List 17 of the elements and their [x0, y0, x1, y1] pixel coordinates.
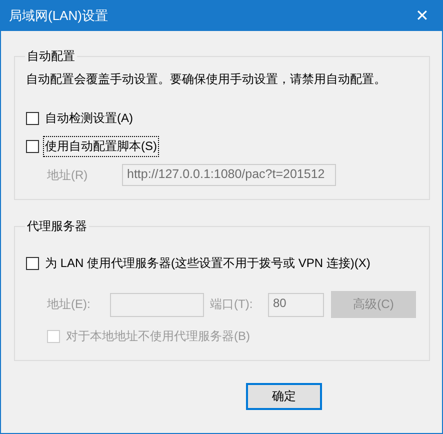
checkbox[interactable] — [26, 140, 39, 153]
field-label: 地址(E): — [47, 296, 92, 313]
checkbox-label: 使用自动配置脚本(S) — [44, 137, 158, 156]
window-title: 局域网(LAN)设置 — [9, 6, 108, 24]
checkbox-label: 自动检测设置(A) — [44, 110, 134, 127]
close-button[interactable]: ✕ — [402, 0, 442, 31]
checkbox-label: 为 LAN 使用代理服务器(这些设置不用于拨号或 VPN 连接)(X) — [44, 255, 372, 272]
info-text: 自动配置会覆盖手动设置。要确保使用手动设置，请禁用自动配置。 — [26, 71, 387, 88]
field-label: 端口(T): — [210, 296, 254, 313]
ok-button[interactable]: 确定 — [246, 383, 322, 410]
group-title: 代理服务器 — [26, 218, 88, 235]
field-label: 地址(R) — [47, 166, 89, 184]
checkbox-label: 对于本地地址不使用代理服务器(B) — [65, 328, 251, 345]
checkbox[interactable] — [26, 257, 39, 270]
checkbox[interactable] — [26, 112, 39, 125]
address-field[interactable] — [110, 292, 204, 316]
group-title: 自动配置 — [26, 48, 76, 65]
